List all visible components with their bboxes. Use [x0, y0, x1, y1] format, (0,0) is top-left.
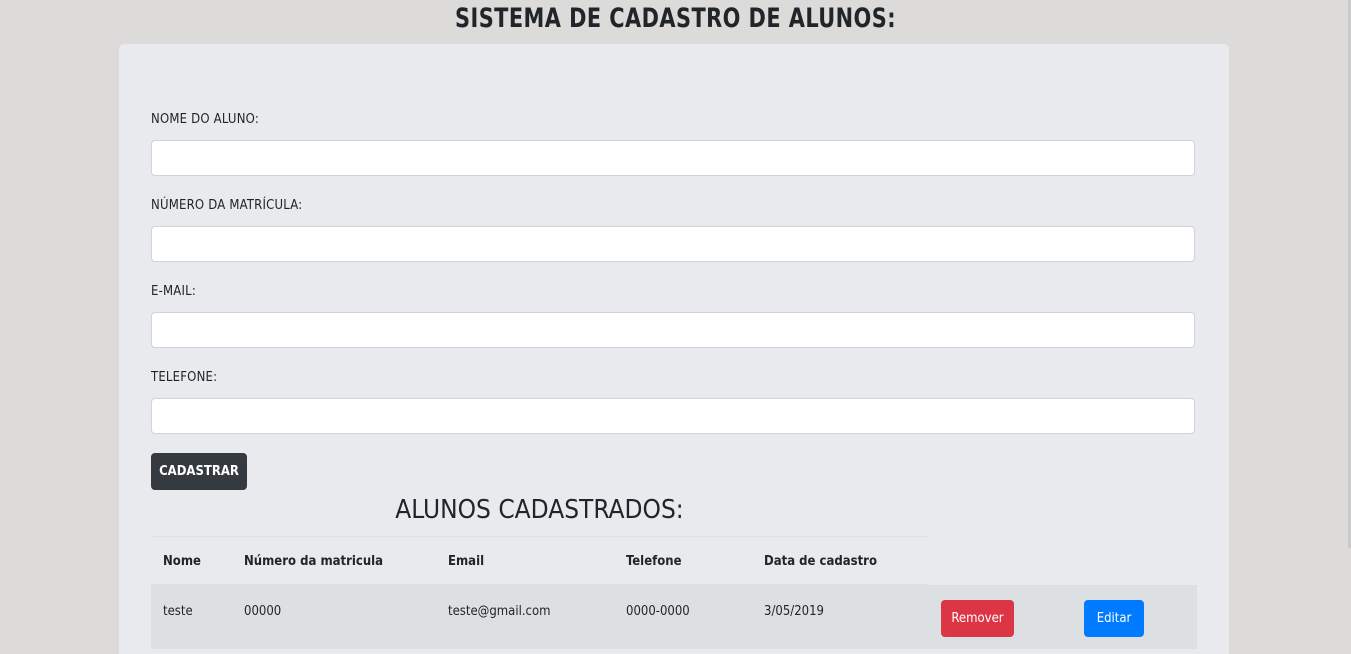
- column-header-name: Nome: [163, 554, 201, 569]
- table-header-divider: [151, 584, 928, 585]
- page: SISTEMA DE CADASTRO DE ALUNOS: NOME DO A…: [0, 0, 1351, 654]
- phone-input[interactable]: [151, 398, 1195, 434]
- email-input[interactable]: [151, 312, 1195, 348]
- student-name-label: NOME DO ALUNO:: [151, 112, 259, 127]
- edit-button[interactable]: Editar: [1084, 600, 1144, 637]
- cell-email: teste@gmail.com: [448, 604, 551, 619]
- table-top-divider: [151, 536, 928, 537]
- registration-number-input[interactable]: [151, 226, 1195, 262]
- cell-name: teste: [163, 604, 193, 619]
- column-header-phone: Telefone: [626, 554, 682, 569]
- registration-number-label: NÚMERO DA MATRÍCULA:: [151, 198, 303, 213]
- student-name-input[interactable]: [151, 140, 1195, 176]
- remove-button[interactable]: Remover: [941, 600, 1014, 637]
- cell-registration: 00000: [244, 604, 282, 619]
- page-title: SISTEMA DE CADASTRO DE ALUNOS:: [455, 3, 896, 34]
- email-label: E-MAIL:: [151, 284, 197, 299]
- cell-date: 3/05/2019: [764, 604, 824, 619]
- column-header-email: Email: [448, 554, 485, 569]
- register-button[interactable]: CADASTRAR: [151, 453, 247, 490]
- table-title: ALUNOS CADASTRADOS:: [395, 495, 684, 525]
- column-header-registration: Número da matricula: [244, 554, 384, 569]
- column-header-date: Data de cadastro: [764, 554, 877, 569]
- phone-label: TELEFONE:: [151, 370, 218, 385]
- cell-phone: 0000-0000: [626, 604, 690, 619]
